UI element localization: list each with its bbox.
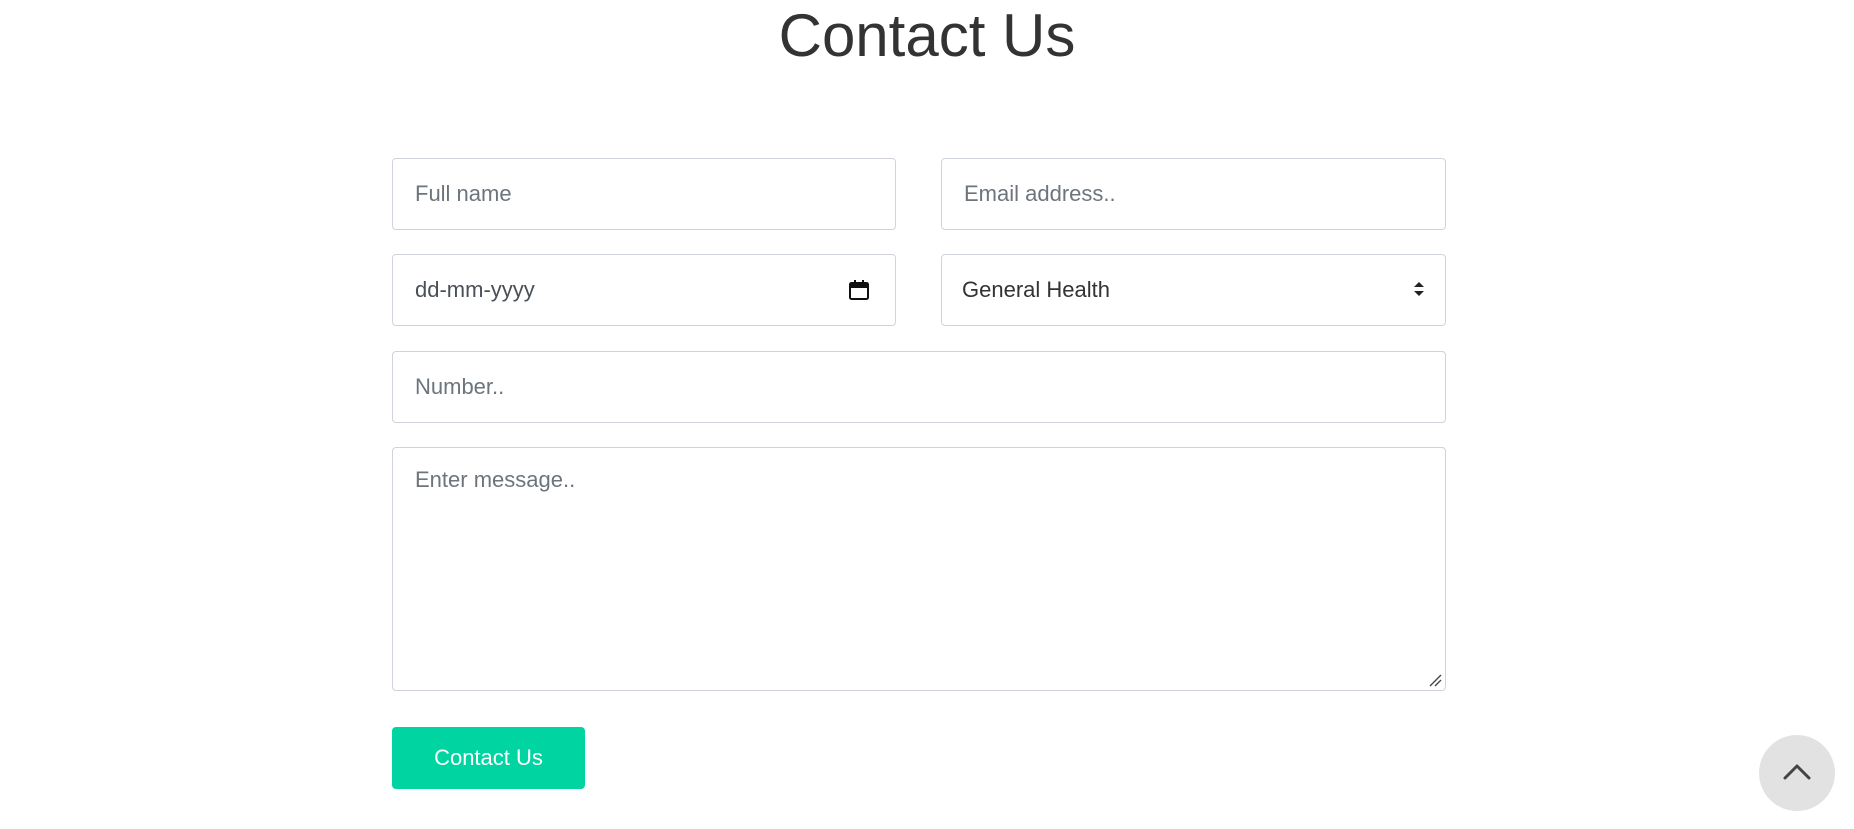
date-input[interactable]: dd-mm-yyyy (392, 254, 896, 326)
chevron-up-icon (1782, 761, 1812, 786)
scroll-to-top-button[interactable] (1759, 735, 1835, 811)
resize-grip-icon[interactable] (1428, 673, 1442, 687)
contact-us-button[interactable]: Contact Us (392, 727, 585, 789)
message-textarea[interactable] (392, 447, 1446, 691)
department-select[interactable]: General Health (941, 254, 1446, 326)
full-name-input[interactable] (392, 158, 896, 230)
sort-arrows-icon (1413, 277, 1425, 303)
department-selected-value: General Health (962, 277, 1110, 302)
contact-page: Contact Us dd-mm-yyyy General Health (0, 0, 1854, 829)
date-placeholder: dd-mm-yyyy (415, 277, 535, 302)
number-input[interactable] (392, 351, 1446, 423)
email-input[interactable] (941, 158, 1446, 230)
calendar-icon[interactable] (847, 278, 873, 302)
page-title: Contact Us (778, 2, 1076, 69)
